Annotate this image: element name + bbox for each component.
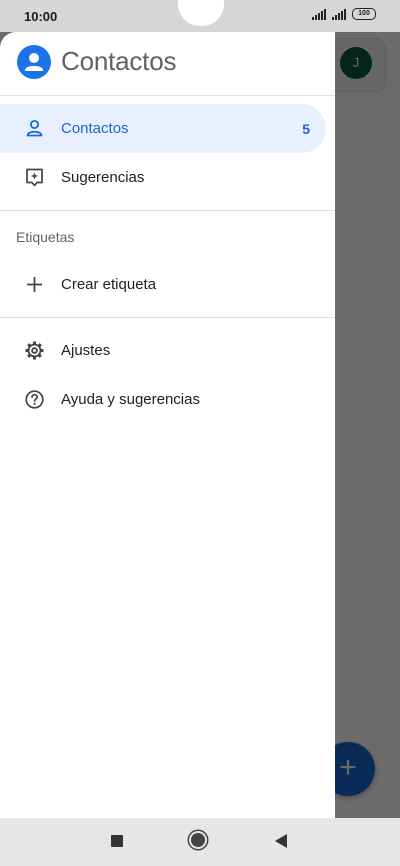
drawer-item-settings[interactable]: Ajustes — [0, 326, 326, 375]
gear-icon — [24, 340, 45, 361]
navigation-drawer: Contactos Contactos 5 Sugerencias Etique… — [0, 32, 335, 818]
suggestions-icon — [24, 167, 45, 188]
recents-button[interactable] — [111, 835, 123, 847]
labels-section-heading: Etiquetas — [16, 229, 75, 245]
status-icons: 100 — [312, 8, 376, 20]
drawer-item-help[interactable]: Ayuda y sugerencias — [0, 375, 326, 424]
drawer-divider — [0, 210, 335, 211]
signal-icon — [312, 8, 326, 20]
create-label-button[interactable]: Crear etiqueta — [0, 260, 326, 309]
drawer-item-label: Ayuda y sugerencias — [61, 391, 200, 408]
camera-notch — [178, 0, 224, 26]
status-time: 10:00 — [24, 9, 58, 24]
drawer-item-label: Sugerencias — [61, 169, 145, 186]
help-icon — [24, 389, 45, 410]
drawer-item-label: Contactos — [61, 120, 129, 137]
plus-icon — [24, 274, 45, 295]
drawer-item-suggestions[interactable]: Sugerencias — [0, 153, 326, 202]
signal-icon-2 — [332, 8, 346, 20]
contacts-logo-icon — [17, 45, 51, 79]
create-label-text: Crear etiqueta — [61, 276, 157, 293]
contacts-count-badge: 5 — [302, 120, 310, 137]
battery-icon: 100 — [352, 8, 376, 20]
status-bar: 10:00 100 — [0, 0, 400, 32]
back-button[interactable] — [275, 834, 287, 848]
drawer-item-label: Ajustes — [61, 342, 111, 359]
app-title: Contactos — [61, 46, 177, 76]
home-button[interactable] — [191, 833, 205, 847]
drawer-item-contacts[interactable]: Contactos 5 — [0, 104, 326, 153]
person-icon — [24, 118, 45, 139]
system-navigation-bar — [0, 818, 400, 866]
drawer-divider — [0, 317, 335, 318]
drawer-header: Contactos — [0, 32, 335, 96]
